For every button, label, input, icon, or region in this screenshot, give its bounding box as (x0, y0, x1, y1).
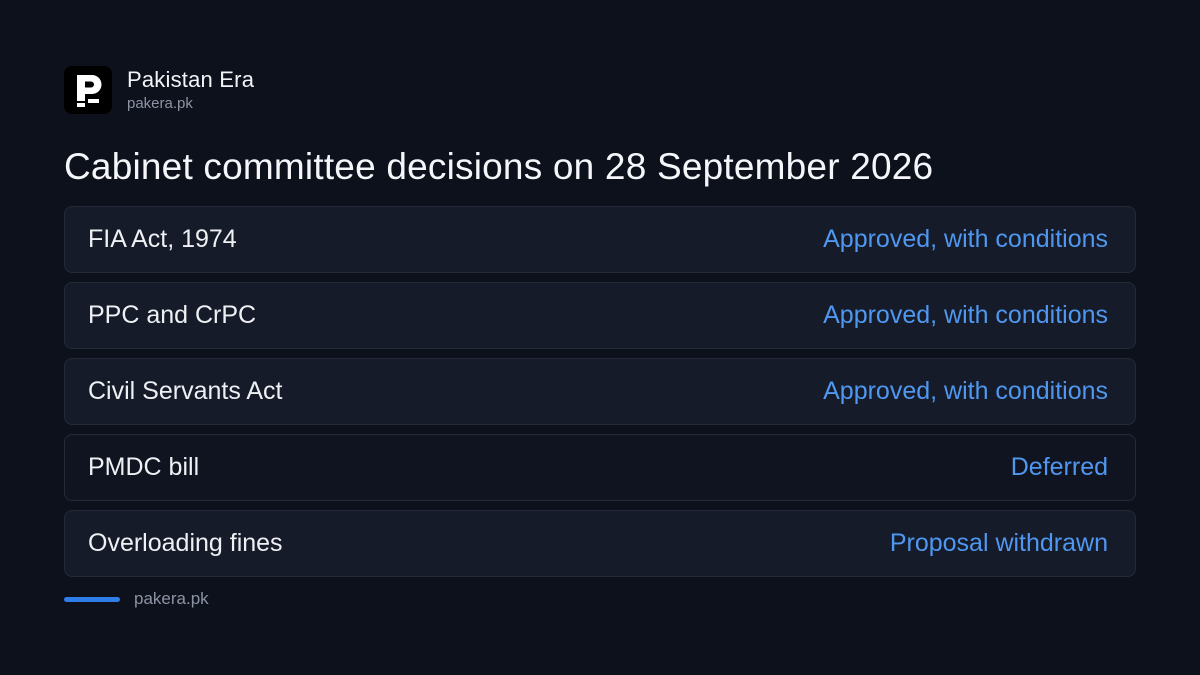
decision-status: Approved, with conditions (823, 377, 1108, 405)
decision-row-fia-act: FIA Act, 1974 Approved, with conditions (64, 206, 1136, 273)
decision-status: Proposal withdrawn (889, 529, 1108, 557)
decision-status: Approved, with conditions (823, 301, 1108, 329)
accent-bar (64, 596, 120, 602)
brand-name: Pakistan Era (127, 66, 255, 92)
footer-url: pakera.pk (134, 589, 209, 608)
decision-item: FIA Act, 1974 (88, 225, 237, 253)
brand-url: pakera.pk (127, 94, 193, 112)
decision-status: Deferred (1010, 453, 1108, 481)
pakistan-era-logo-icon (64, 66, 112, 114)
decision-status: Approved, with conditions (823, 225, 1108, 253)
decision-item: PPC and CrPC (88, 301, 257, 329)
decision-row-pmdc-bill: PMDC bill Deferred (64, 434, 1136, 501)
decision-item: Civil Servants Act (88, 377, 283, 405)
brand-header: Pakistan Era pakera.pk (64, 66, 254, 114)
page-title: Cabinet committee decisions on 28 Septem… (64, 146, 934, 187)
decision-item: Overloading fines (88, 529, 283, 557)
footer: pakera.pk (64, 588, 209, 610)
decision-row-ppc-crpc: PPC and CrPC Approved, with conditions (64, 282, 1136, 349)
decision-row-civil-servants-act: Civil Servants Act Approved, with condit… (64, 358, 1136, 425)
decision-row-overloading-fines: Overloading fines Proposal withdrawn (64, 510, 1136, 577)
brand-text: Pakistan Era pakera.pk (127, 67, 254, 114)
decision-item: PMDC bill (88, 453, 200, 481)
decisions-list: FIA Act, 1974 Approved, with conditions … (64, 206, 1136, 586)
